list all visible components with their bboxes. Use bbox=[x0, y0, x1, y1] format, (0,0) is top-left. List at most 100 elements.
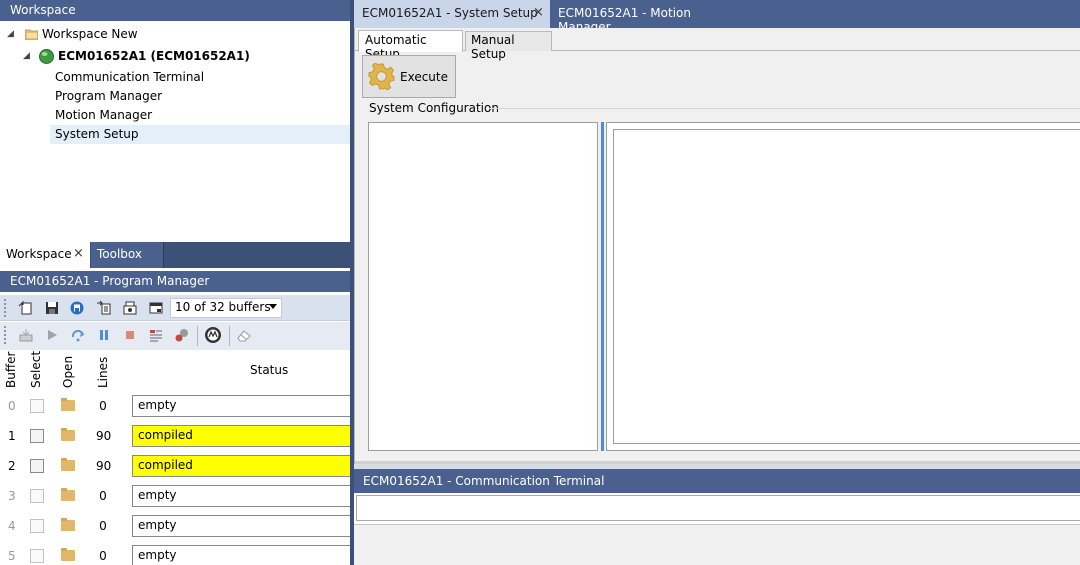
open-folder-icon[interactable] bbox=[61, 458, 75, 471]
tab-system-setup[interactable]: ECM01652A1 - System Setup × bbox=[354, 0, 550, 28]
toolbar-separator bbox=[197, 326, 198, 346]
tab-automatic-setup[interactable]: Automatic Setup bbox=[358, 30, 463, 61]
terminal-output[interactable] bbox=[354, 524, 1080, 565]
buffer-lines: 90 bbox=[96, 429, 112, 443]
buffer-properties-icon[interactable] bbox=[122, 300, 138, 316]
breakpoints-icon[interactable] bbox=[148, 327, 164, 343]
document-tabs: ECM01652A1 - System Setup × ECM01652A1 -… bbox=[354, 0, 1080, 34]
buffer-status: empty bbox=[132, 485, 350, 507]
open-folder-icon[interactable] bbox=[61, 398, 75, 411]
execute-label: Execute bbox=[400, 70, 448, 84]
column-header-lines: Lines bbox=[96, 356, 110, 388]
eraser-icon[interactable] bbox=[236, 327, 252, 343]
table-row: 3 0 empty bbox=[0, 482, 350, 512]
tab-workspace[interactable]: Workspace × bbox=[0, 242, 90, 268]
tree-item-controller[interactable]: ◢ ECM01652A1 (ECM01652A1) bbox=[0, 47, 350, 66]
system-configuration-label: System Configuration bbox=[369, 101, 499, 115]
run-icon[interactable] bbox=[44, 327, 60, 343]
column-header-select: Select bbox=[29, 350, 43, 388]
table-row: 0 0 empty bbox=[0, 392, 350, 422]
column-header-status: Status bbox=[250, 363, 289, 377]
tab-label: Toolbox bbox=[97, 247, 142, 261]
communication-terminal-title: ECM01652A1 - Communication Terminal bbox=[354, 469, 1080, 493]
configuration-splitter[interactable] bbox=[601, 122, 604, 451]
subtab-divider bbox=[355, 50, 1080, 51]
open-folder-icon[interactable] bbox=[61, 548, 75, 561]
buffer-status: empty bbox=[132, 395, 350, 417]
tab-manual-setup[interactable]: Manual Setup bbox=[465, 31, 552, 61]
step-icon[interactable] bbox=[70, 327, 86, 343]
tree-item-label: ECM01652A1 (ECM01652A1) bbox=[58, 49, 250, 63]
right-pane: ECM01652A1 - System Setup × ECM01652A1 -… bbox=[354, 0, 1080, 565]
buffer-number: 2 bbox=[8, 459, 16, 473]
buffer-number: 4 bbox=[8, 519, 16, 533]
compile-icon[interactable] bbox=[18, 327, 34, 343]
open-folder-icon[interactable] bbox=[61, 518, 75, 531]
tree-item-system-setup[interactable]: System Setup bbox=[0, 125, 350, 144]
toolbar-separator bbox=[229, 326, 230, 346]
tree-item-motion-manager[interactable]: Motion Manager bbox=[0, 106, 350, 125]
new-buffer-icon[interactable] bbox=[18, 300, 34, 316]
column-header-buffer: Buffer bbox=[4, 351, 18, 388]
close-icon[interactable]: × bbox=[533, 5, 544, 20]
tree-item-label: Program Manager bbox=[55, 89, 163, 103]
pause-icon[interactable] bbox=[96, 327, 112, 343]
buffer-lines: 0 bbox=[99, 549, 107, 563]
table-row: 5 0 empty bbox=[0, 542, 350, 565]
motion-icon[interactable] bbox=[204, 326, 222, 344]
workspace-panel-tabs: Workspace × Toolbox bbox=[0, 242, 350, 268]
watch-icon[interactable] bbox=[174, 327, 190, 343]
tree-item-label: Motion Manager bbox=[55, 108, 153, 122]
table-row: 2 90 compiled bbox=[0, 452, 350, 482]
open-folder-icon[interactable] bbox=[61, 428, 75, 441]
stop-icon[interactable] bbox=[122, 327, 138, 343]
execute-button[interactable]: Execute bbox=[362, 55, 456, 98]
buffer-lines: 0 bbox=[99, 489, 107, 503]
export-icon[interactable] bbox=[96, 300, 112, 316]
open-folder-icon[interactable] bbox=[61, 488, 75, 501]
buffer-select-checkbox[interactable] bbox=[30, 429, 44, 443]
workspace-folder-icon bbox=[25, 29, 38, 40]
buffer-status: empty bbox=[132, 515, 350, 537]
system-setup-view: Automatic Setup Manual Setup Execute Sys… bbox=[354, 28, 1080, 464]
buffer-select-checkbox[interactable] bbox=[30, 459, 44, 473]
buffer-status: empty bbox=[132, 545, 350, 565]
buffer-status: compiled bbox=[132, 455, 350, 477]
expand-arrow-icon[interactable]: ◢ bbox=[23, 47, 30, 66]
toolbar-grip[interactable] bbox=[4, 326, 7, 344]
buffer-count-dropdown[interactable]: 10 of 32 buffers bbox=[170, 298, 282, 318]
column-header-open: Open bbox=[61, 355, 75, 388]
tab-label: ECM01652A1 - System Setup bbox=[362, 6, 538, 20]
configuration-details-content[interactable] bbox=[613, 129, 1080, 444]
tab-label: Workspace bbox=[6, 247, 72, 261]
buffer-view-icon[interactable] bbox=[148, 300, 164, 316]
buffer-lines: 0 bbox=[99, 399, 107, 413]
tree-item-label: Workspace New bbox=[42, 27, 138, 41]
buffer-number: 1 bbox=[8, 429, 16, 443]
tab-motion-manager[interactable]: ECM01652A1 - Motion Manager bbox=[550, 0, 740, 34]
buffer-status: compiled bbox=[132, 425, 350, 447]
buffer-select-checkbox[interactable] bbox=[30, 519, 44, 533]
tree-item-communication-terminal[interactable]: Communication Terminal bbox=[0, 68, 350, 87]
terminal-command-input[interactable] bbox=[356, 495, 1080, 521]
workspace-panel-title: Workspace bbox=[0, 0, 350, 21]
close-icon[interactable]: × bbox=[73, 246, 84, 261]
program-manager-title: ECM01652A1 - Program Manager bbox=[0, 271, 350, 292]
program-manager-toolbar-bottom bbox=[0, 322, 350, 350]
buffer-select-checkbox[interactable] bbox=[30, 399, 44, 413]
workspace-tree: ◢ Workspace New ◢ ECM01652A1 (ECM01652A1… bbox=[0, 21, 350, 241]
expand-arrow-icon[interactable]: ◢ bbox=[7, 25, 14, 44]
buffer-number: 5 bbox=[8, 549, 16, 563]
chevron-down-icon bbox=[269, 304, 277, 309]
buffer-select-checkbox[interactable] bbox=[30, 489, 44, 503]
configuration-list[interactable] bbox=[368, 122, 598, 451]
buffer-select-checkbox[interactable] bbox=[30, 549, 44, 563]
tab-toolbox[interactable]: Toolbox bbox=[91, 242, 164, 268]
save-all-icon[interactable] bbox=[69, 300, 85, 316]
tree-item-program-manager[interactable]: Program Manager bbox=[0, 87, 350, 106]
tree-item-workspace-new[interactable]: ◢ Workspace New bbox=[0, 25, 350, 44]
buffer-lines: 0 bbox=[99, 519, 107, 533]
buffer-lines: 90 bbox=[96, 459, 112, 473]
save-icon[interactable] bbox=[44, 300, 60, 316]
toolbar-grip[interactable] bbox=[4, 299, 7, 317]
